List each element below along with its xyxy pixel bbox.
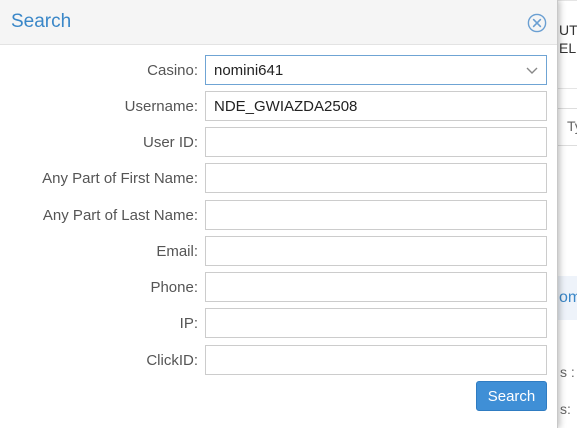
search-dialog: Search Casino: nomini641 Username: User … bbox=[0, 0, 558, 428]
username-label: Username: bbox=[124, 98, 198, 115]
click-id-row: ClickID: bbox=[0, 345, 557, 375]
phone-label: Phone: bbox=[150, 279, 198, 296]
bg-text-fragment: s: bbox=[560, 401, 571, 417]
phone-row: Phone: bbox=[0, 272, 557, 302]
first-name-label: Any Part of First Name: bbox=[42, 170, 198, 187]
casino-label: Casino: bbox=[147, 62, 198, 79]
username-field[interactable] bbox=[205, 91, 547, 121]
casino-select[interactable]: nomini641 bbox=[205, 55, 547, 85]
bg-text-fragment: UT bbox=[559, 22, 577, 38]
user-id-row: User ID: bbox=[0, 127, 557, 157]
search-button[interactable]: Search bbox=[476, 381, 547, 411]
username-row: Username: bbox=[0, 91, 557, 121]
dialog-title: Search bbox=[11, 11, 72, 32]
user-id-field[interactable] bbox=[205, 127, 547, 157]
ip-row: IP: bbox=[0, 308, 557, 338]
first-name-row: Any Part of First Name: bbox=[0, 163, 557, 193]
bg-divider bbox=[557, 0, 577, 1]
user-id-label: User ID: bbox=[142, 134, 198, 151]
click-id-label: ClickID: bbox=[146, 352, 198, 369]
casino-select-value: nomini641 bbox=[214, 62, 284, 79]
ip-label: IP: bbox=[179, 315, 198, 332]
last-name-field[interactable] bbox=[205, 200, 547, 230]
email-row: Email: bbox=[0, 236, 557, 266]
first-name-field[interactable] bbox=[205, 163, 547, 193]
ip-field[interactable] bbox=[205, 308, 547, 338]
phone-field[interactable] bbox=[205, 272, 547, 302]
last-name-row: Any Part of Last Name: bbox=[0, 200, 557, 230]
bg-text-fragment: EL bbox=[559, 40, 577, 56]
click-id-field[interactable] bbox=[205, 345, 547, 375]
bg-text-fragment: Ty bbox=[567, 118, 577, 134]
email-label: Email: bbox=[156, 243, 198, 260]
bg-text-fragment: om bbox=[559, 289, 577, 306]
bg-divider bbox=[557, 88, 577, 89]
last-name-label: Any Part of Last Name: bbox=[42, 207, 198, 224]
dialog-header: Search bbox=[0, 0, 557, 45]
close-icon[interactable] bbox=[527, 13, 547, 33]
casino-row: Casino: nomini641 bbox=[0, 55, 557, 85]
email-field[interactable] bbox=[205, 236, 547, 266]
chevron-down-icon bbox=[526, 67, 538, 74]
bg-text-fragment: s : bbox=[560, 364, 575, 380]
